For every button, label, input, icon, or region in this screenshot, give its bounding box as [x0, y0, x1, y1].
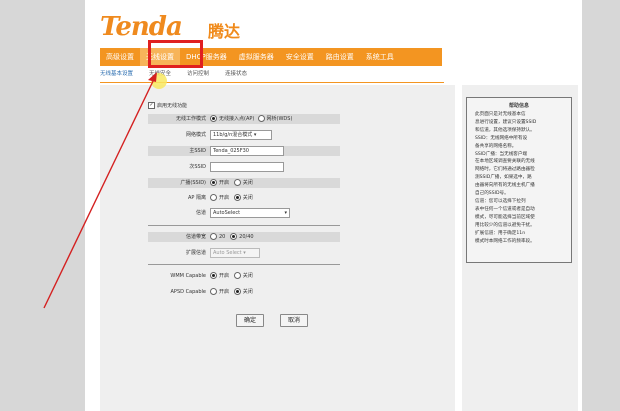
- annotation-arrow-icon: [43, 72, 157, 309]
